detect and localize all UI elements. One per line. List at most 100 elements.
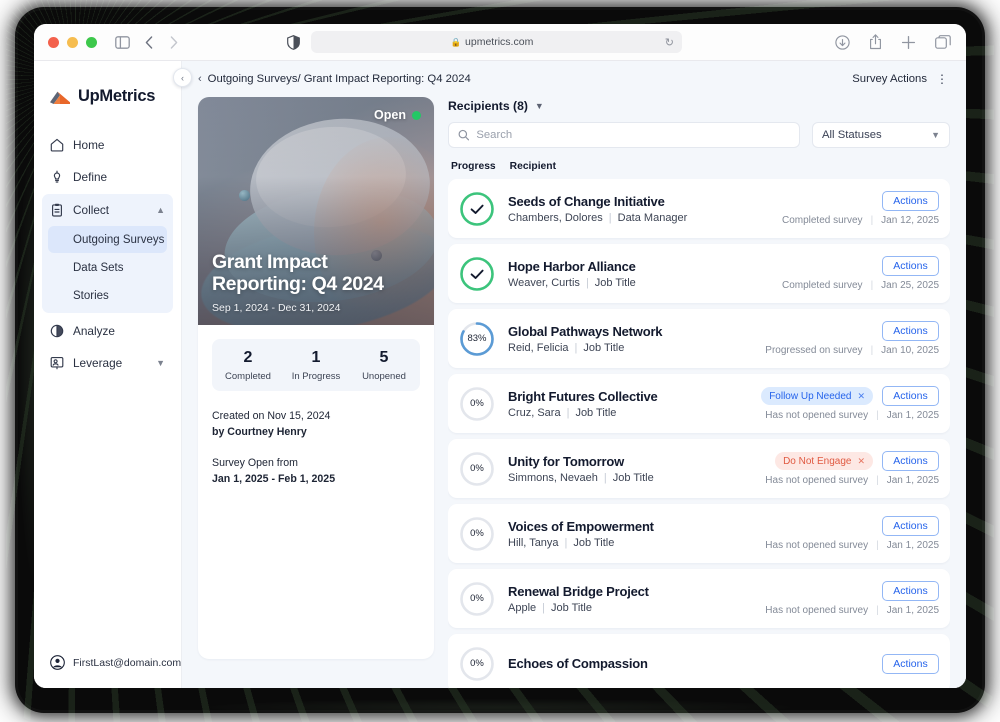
recipients-heading[interactable]: Recipients (8) ▼ <box>448 99 950 113</box>
survey-open-from-value: Jan 1, 2025 - Feb 1, 2025 <box>212 473 336 486</box>
actions-button[interactable]: Actions <box>882 386 939 406</box>
table-row[interactable]: 0% Echoes of Compassion Actions <box>448 634 950 688</box>
row-actions-area: Actions Progressed on survey | Jan 10, 2025 <box>765 321 939 356</box>
actions-button[interactable]: Actions <box>882 256 939 276</box>
actions-button[interactable]: Actions <box>882 516 939 536</box>
stat-unopened: 5 Unopened <box>350 349 418 382</box>
status-badge-label: Do Not Engage <box>783 455 852 467</box>
minimize-window-button[interactable] <box>67 36 78 48</box>
sidebar-item-label: Collect <box>73 203 110 217</box>
row-status: Has not opened survey | Jan 1, 2025 <box>765 475 939 486</box>
brand-name: UpMetrics <box>78 87 156 105</box>
search-box[interactable] <box>448 122 800 148</box>
sidebar-item-analyze[interactable]: Analyze <box>42 316 173 346</box>
table-row[interactable]: Seeds of Change Initiative Chambers, Dolo… <box>448 179 950 238</box>
recipient-organization: Hope Harbor Alliance <box>508 258 636 274</box>
row-actions-area: Do Not Engage ✕ Actions Has not opened surv… <box>765 451 939 486</box>
actions-button[interactable]: Actions <box>882 451 939 471</box>
table-row[interactable]: 0% Voices of Empowerment Hill, Tanya | Job T… <box>448 504 950 563</box>
user-account-row[interactable]: FirstLast@domain.com <box>34 655 181 670</box>
search-input[interactable] <box>476 129 790 141</box>
window-traffic-lights[interactable] <box>48 36 97 48</box>
sidebar-toggle-icon[interactable] <box>115 35 130 49</box>
close-window-button[interactable] <box>48 36 59 48</box>
reader-shield-icon[interactable] <box>287 34 300 50</box>
recipients-panel: Recipients (8) ▼ All Statuses ▼ <box>448 97 950 688</box>
recipient-info: Echoes of Compassion <box>508 656 882 671</box>
breadcrumb[interactable]: ‹ Outgoing Surveys/ Grant Impact Reporti… <box>198 73 471 85</box>
recipient-person: Apple | Job Title <box>508 602 765 614</box>
recipient-info: Global Pathways Network Reid, Felicia | Job… <box>508 324 765 354</box>
reload-icon[interactable]: ↻ <box>665 36 674 49</box>
survey-status-text: Has not opened survey <box>765 475 869 486</box>
page-topbar: ‹ ‹ Outgoing Surveys/ Grant Impact Repor… <box>173 61 966 97</box>
chevron-left-icon[interactable]: ‹ <box>198 73 202 85</box>
divider: | <box>564 536 568 549</box>
stat-in-progress: 1 In Progress <box>282 349 350 382</box>
table-row[interactable]: 0% Renewal Bridge Project Apple | Job Title A… <box>448 569 950 628</box>
survey-actions-button[interactable]: Survey Actions ⋮ <box>852 73 948 85</box>
divider: | <box>585 276 589 289</box>
recipient-info: Hope Harbor Alliance Weaver, Curtis | Job T… <box>508 259 782 289</box>
tab-overview-icon[interactable] <box>935 35 951 49</box>
brand-logo[interactable]: UpMetrics <box>34 87 181 106</box>
sidebar-item-collect[interactable]: Collect ▲ <box>42 195 173 225</box>
survey-actions-label: Survey Actions <box>852 73 927 85</box>
survey-status-badge: Open <box>374 108 421 122</box>
browser-window: 🔒 upmetrics.com ↻ UpMetrics Home Define … <box>34 24 966 688</box>
sidebar-item-define[interactable]: Define <box>42 162 173 192</box>
collapse-panel-icon[interactable]: ‹ <box>173 68 192 87</box>
sidebar-item-leverage[interactable]: Leverage ▼ <box>42 348 173 378</box>
status-badge[interactable]: Do Not Engage ✕ <box>775 452 873 470</box>
divider: | <box>870 280 874 291</box>
stat-label: In Progress <box>291 371 341 382</box>
actions-button[interactable]: Actions <box>882 321 939 341</box>
row-status: Completed survey | Jan 12, 2025 <box>782 215 939 226</box>
status-dot-icon <box>412 110 421 120</box>
back-arrow-icon[interactable] <box>145 35 153 49</box>
actions-button[interactable]: Actions <box>882 653 939 674</box>
share-icon[interactable] <box>869 34 882 50</box>
survey-open-from-label: Survey Open from <box>212 456 298 469</box>
actions-button[interactable]: Actions <box>882 581 939 601</box>
chevron-up-icon: ▲ <box>156 205 165 215</box>
table-row[interactable]: Hope Harbor Alliance Weaver, Curtis | Job T… <box>448 244 950 303</box>
sidebar-item-outgoing-surveys[interactable]: Outgoing Surveys <box>48 226 167 253</box>
sidebar-item-stories[interactable]: Stories <box>48 282 167 309</box>
survey-status-text: Has not opened survey <box>765 605 869 616</box>
progress-value: 0% <box>470 593 484 604</box>
sidebar-item-home[interactable]: Home <box>42 130 173 160</box>
close-icon[interactable]: ✕ <box>857 391 865 402</box>
status-filter-select[interactable]: All Statuses ▼ <box>812 122 950 148</box>
divider: | <box>876 410 879 421</box>
zoom-window-button[interactable] <box>86 36 97 48</box>
divider: | <box>876 540 879 551</box>
row-status: Completed survey | Jan 25, 2025 <box>782 280 939 291</box>
chevron-down-icon[interactable]: ▼ <box>535 101 544 111</box>
actions-button[interactable]: Actions <box>882 191 939 211</box>
survey-hero-text: Grant Impact Reporting: Q4 2024 Sep 1, 2… <box>212 251 422 314</box>
forward-arrow-icon[interactable] <box>170 35 178 49</box>
recipient-info: Seeds of Change Initiative Chambers, Dolo… <box>508 194 782 224</box>
stat-value: 2 <box>243 349 253 366</box>
progress-value: 83% <box>467 333 487 344</box>
row-top-controls: Do Not Engage ✕ Actions <box>775 451 939 471</box>
sidebar-item-data-sets[interactable]: Data Sets <box>48 254 167 281</box>
survey-created-by: by Courtney Henry <box>212 426 307 439</box>
close-icon[interactable]: ✕ <box>857 456 865 467</box>
status-date: Jan 1, 2025 <box>886 410 939 421</box>
recipients-heading-label: Recipients (8) <box>448 99 528 113</box>
address-bar[interactable]: 🔒 upmetrics.com ↻ <box>311 31 682 53</box>
survey-status-text: Completed survey <box>781 215 863 226</box>
new-tab-icon[interactable] <box>901 35 916 50</box>
table-row[interactable]: 0% Bright Futures Collective Cruz, Sara | Jo… <box>448 374 950 433</box>
table-row[interactable]: 0% Unity for Tomorrow Simmons, Nevaeh | Job … <box>448 439 950 498</box>
kebab-menu-icon[interactable]: ⋮ <box>936 73 948 85</box>
recipients-list[interactable]: Seeds of Change Initiative Chambers, Dolo… <box>448 179 950 688</box>
status-badge[interactable]: Follow Up Needed ✕ <box>761 387 873 405</box>
row-status: Progressed on survey | Jan 10, 2025 <box>765 345 939 356</box>
progress-value: 0% <box>470 528 484 539</box>
table-row[interactable]: 83% Global Pathways Network Reid, Felicia |… <box>448 309 950 368</box>
downloads-icon[interactable] <box>835 34 850 50</box>
sidebar-group-collect: Collect ▲ Outgoing Surveys Data Sets Sto… <box>42 194 173 313</box>
